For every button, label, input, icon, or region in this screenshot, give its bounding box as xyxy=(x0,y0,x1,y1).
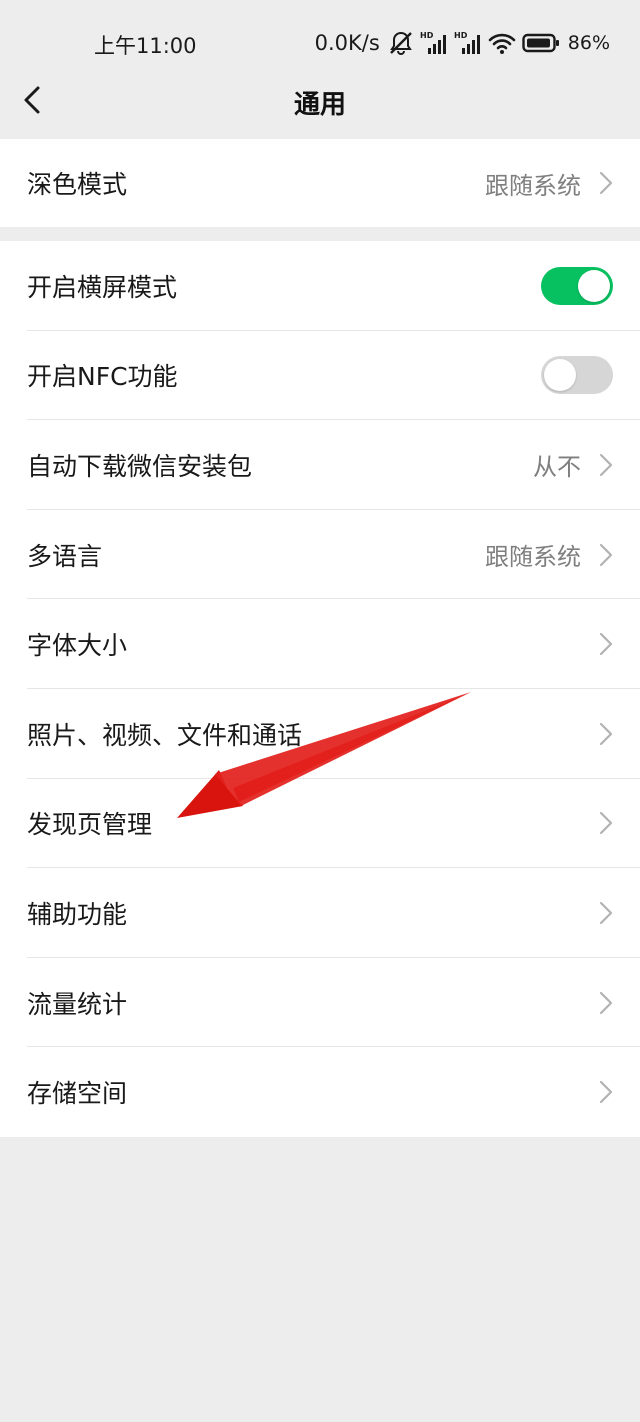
settings-row-language[interactable]: 多语言 跟随系统 xyxy=(0,510,640,600)
settings-row-discover[interactable]: 发现页管理 xyxy=(0,779,640,869)
signal-hd-icon: HD xyxy=(420,31,446,54)
signal-hd-icon: HD xyxy=(454,31,480,54)
chevron-right-icon xyxy=(599,633,613,656)
wifi-icon xyxy=(488,33,516,54)
row-value: 从不 xyxy=(533,453,581,482)
nav-bar: 通用 xyxy=(0,60,640,140)
settings-row-dark-mode[interactable]: 深色模式 跟随系统 xyxy=(0,139,640,227)
network-speed: 0.0K/s xyxy=(314,31,380,55)
row-label: 自动下载微信安装包 xyxy=(27,451,253,481)
row-label: 存储空间 xyxy=(27,1079,128,1109)
row-label: 照片、视频、文件和通话 xyxy=(27,720,303,750)
settings-row-storage[interactable]: 存储空间 xyxy=(0,1047,640,1137)
row-label: 发现页管理 xyxy=(27,810,153,840)
row-value: 跟随系统 xyxy=(485,171,581,200)
chevron-right-icon xyxy=(599,543,613,566)
svg-text:HD: HD xyxy=(454,31,468,40)
settings-row-accessibility[interactable]: 辅助功能 xyxy=(0,868,640,958)
settings-row-font-size[interactable]: 字体大小 xyxy=(0,599,640,689)
toggle-knob xyxy=(544,359,576,392)
settings-group-appearance: 深色模式 跟随系统 xyxy=(0,139,640,227)
row-label: 开启横屏模式 xyxy=(27,272,178,302)
mute-icon xyxy=(389,31,412,55)
row-label: 深色模式 xyxy=(27,170,128,199)
chevron-right-icon xyxy=(599,1081,613,1104)
row-label: 流量统计 xyxy=(27,989,128,1019)
row-value: 跟随系统 xyxy=(485,543,581,572)
chevron-right-icon xyxy=(599,453,613,477)
row-label: 开启NFC功能 xyxy=(27,362,178,392)
settings-row-nfc: 开启NFC功能 xyxy=(0,331,640,421)
battery-percent: 86% xyxy=(567,32,610,54)
svg-text:HD: HD xyxy=(420,31,434,40)
landscape-toggle[interactable] xyxy=(541,266,613,305)
settings-row-auto-download[interactable]: 自动下载微信安装包 从不 xyxy=(0,420,640,510)
settings-row-media[interactable]: 照片、视频、文件和通话 xyxy=(0,689,640,779)
settings-row-traffic[interactable]: 流量统计 xyxy=(0,958,640,1048)
row-label: 字体大小 xyxy=(27,631,128,661)
chevron-right-icon xyxy=(599,991,613,1014)
settings-general-page: 上午11:00 0.0K/s HD HD 86% 通用 深色模式 跟随系统 开启… xyxy=(0,0,640,1422)
row-label: 多语言 xyxy=(27,541,103,571)
status-time: 上午11:00 xyxy=(94,34,197,58)
chevron-right-icon xyxy=(599,812,613,835)
battery-icon xyxy=(522,33,559,53)
nfc-toggle[interactable] xyxy=(541,356,613,395)
status-indicators: 0.0K/s HD HD 86% xyxy=(315,28,610,58)
toggle-knob xyxy=(578,269,610,302)
chevron-right-icon xyxy=(599,171,613,195)
row-label: 辅助功能 xyxy=(27,899,128,929)
chevron-right-icon xyxy=(599,722,613,745)
chevron-right-icon xyxy=(599,901,613,925)
page-title: 通用 xyxy=(293,90,346,120)
settings-group-general: 开启横屏模式 开启NFC功能 自动下载微信安装包 从不 多语言 跟随系统 字体大… xyxy=(0,241,640,1137)
settings-row-landscape: 开启横屏模式 xyxy=(0,241,640,331)
